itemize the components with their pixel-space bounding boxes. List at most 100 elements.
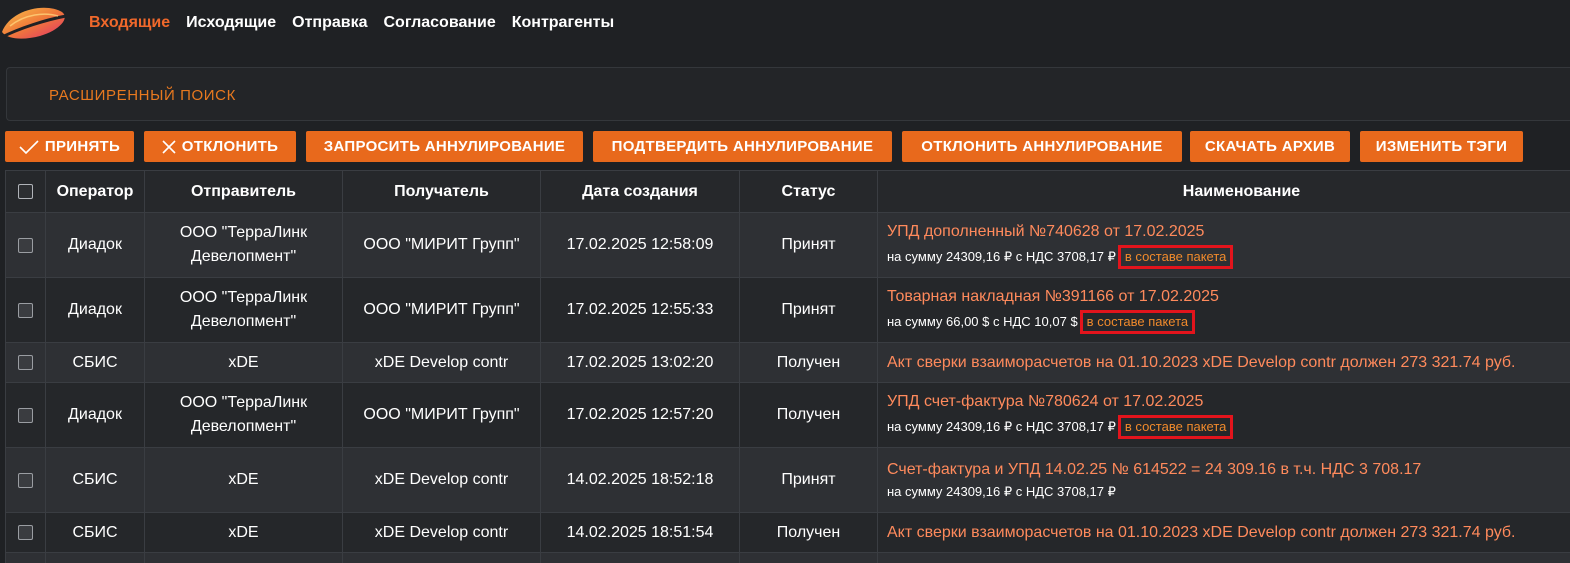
accept-button[interactable]: ПРИНЯТЬ: [5, 131, 134, 162]
table-row[interactable]: СБИС xDE xDE Develop contr 17.02.2025 13…: [5, 342, 1570, 383]
recipient-cell: ООО "МИРИТ Групп": [342, 382, 541, 448]
nav-counterparties[interactable]: Контрагенты: [512, 14, 614, 32]
row-checkbox[interactable]: [18, 525, 33, 540]
row-checkbox[interactable]: [18, 472, 33, 488]
sender-line: Девелопмент": [190, 248, 297, 265]
operator-cell: СБИС: [45, 512, 145, 553]
main-nav: Входящие Исходящие Отправка Согласование…: [89, 14, 630, 32]
created-cell: 17.02.2025 12:55:33: [540, 277, 740, 343]
select-all-checkbox[interactable]: [18, 184, 33, 199]
advanced-search-label[interactable]: РАСШИРЕННЫЙ ПОИСК: [49, 87, 236, 104]
nav-outbox[interactable]: Исходящие: [186, 14, 276, 32]
download-archive-label: СКАЧАТЬ АРХИВ: [1204, 138, 1336, 155]
check-icon: [19, 139, 39, 154]
document-title-link[interactable]: Товарная накладная №391166 от 17.02.2025: [887, 287, 1570, 307]
nav-send[interactable]: Отправка: [292, 14, 367, 32]
status-cell: Принят: [739, 447, 878, 513]
status-cell: Получен: [739, 382, 878, 448]
download-archive-button[interactable]: СКАЧАТЬ АРХИВ: [1190, 131, 1350, 162]
top-bar: Входящие Исходящие Отправка Согласование…: [0, 0, 1570, 52]
document-title-link[interactable]: Акт сверки взаиморасчетов на 01.10.2023 …: [887, 353, 1570, 373]
sender-cell: ООО "ТерраЛинк Девелопмент": [144, 277, 343, 343]
recipient-cell: ООО "МИРИТ Групп": [342, 277, 541, 343]
created-cell: 14.02.2025 18:52:18: [540, 447, 740, 513]
amount-text: на сумму 24309,16 ₽ с НДС 3708,17 ₽: [887, 418, 1116, 434]
row-select-cell: [5, 382, 46, 448]
recipient-cell: xDE Develop contr: [342, 512, 541, 553]
table-row[interactable]: Диадок ООО "ТерраЛинк Девелопмент" ООО "…: [5, 212, 1570, 278]
request-cancellation-button[interactable]: ЗАПРОСИТЬ АННУЛИРОВАНИЕ: [306, 131, 583, 162]
reject-cancellation-label: ОТКЛОНИТЬ АННУЛИРОВАНИЕ: [921, 138, 1163, 155]
row-select-cell: [5, 342, 46, 383]
operator-cell: Диадок: [45, 382, 145, 448]
operator-cell: СБИС: [45, 447, 145, 513]
row-select-cell: [5, 512, 46, 553]
row-checkbox[interactable]: [18, 237, 33, 253]
sender-cell: ООО "ТерраЛинк Девелопмент": [144, 212, 343, 278]
document-title-link[interactable]: Акт сверки взаиморасчетов на 01.10.2023 …: [887, 523, 1570, 543]
created-cell: 14.02.2025 18:51:54: [540, 512, 740, 553]
table-header-row: Оператор Отправитель Получатель Дата соз…: [5, 170, 1570, 213]
select-all-cell: [5, 170, 46, 213]
sender-cell: xDE: [144, 342, 343, 383]
amount-text: на сумму 66,00 $ с НДС 10,07 $: [887, 313, 1078, 329]
created-cell: 17.02.2025 12:57:20: [540, 382, 740, 448]
table-row[interactable]: Диадок ООО "ТерраЛинк Девелопмент" ООО "…: [5, 382, 1570, 448]
name-cell: Акт сверки взаиморасчетов на 01.10.2023 …: [877, 342, 1570, 383]
table-row[interactable]: [5, 552, 1570, 563]
status-cell: Получен: [739, 512, 878, 553]
change-tags-button[interactable]: ИЗМЕНИТЬ ТЭГИ: [1360, 131, 1523, 162]
package-badge[interactable]: в составе пакета: [1079, 309, 1196, 334]
row-select-cell: [5, 552, 46, 563]
nav-approval[interactable]: Согласование: [383, 14, 495, 32]
app-logo-icon[interactable]: [0, 2, 70, 46]
package-badge[interactable]: в составе пакета: [1117, 244, 1234, 269]
row-select-cell: [5, 212, 46, 278]
recipient-cell: xDE Develop contr: [342, 447, 541, 513]
documents-table: Оператор Отправитель Получатель Дата соз…: [5, 170, 1570, 563]
document-title-link[interactable]: УПД дополненный №740628 от 17.02.2025: [887, 222, 1570, 242]
sender-line: ООО "ТерраЛинк: [179, 289, 308, 306]
nav-inbox[interactable]: Входящие: [89, 14, 170, 32]
document-title-link[interactable]: УПД счет-фактура №780624 от 17.02.2025: [887, 392, 1570, 412]
name-cell: Акт сверки взаиморасчетов на 01.10.2023 …: [877, 512, 1570, 553]
sender-cell: xDE: [144, 512, 343, 553]
header-sender[interactable]: Отправитель: [144, 170, 343, 213]
name-cell: Счет-фактура и УПД 14.02.25 № 614522 = 2…: [877, 447, 1570, 513]
sender-cell: xDE: [144, 447, 343, 513]
confirm-cancellation-label: ПОДТВЕРДИТЬ АННУЛИРОВАНИЕ: [611, 138, 874, 155]
table-row[interactable]: СБИС xDE xDE Develop contr 14.02.2025 18…: [5, 512, 1570, 553]
confirm-cancellation-button[interactable]: ПОДТВЕРДИТЬ АННУЛИРОВАНИЕ: [593, 131, 892, 162]
close-icon: [162, 139, 176, 154]
row-checkbox[interactable]: [18, 407, 33, 423]
document-amount: на сумму 66,00 $ с НДС 10,07 $ в составе …: [887, 309, 1570, 334]
recipient-cell: ООО "МИРИТ Групп": [342, 212, 541, 278]
table-row[interactable]: Диадок ООО "ТерраЛинк Девелопмент" ООО "…: [5, 277, 1570, 343]
reject-button-label: ОТКЛОНИТЬ: [181, 138, 279, 155]
documents-table-container: Оператор Отправитель Получатель Дата соз…: [5, 170, 1570, 563]
advanced-search-panel[interactable]: РАСШИРЕННЫЙ ПОИСК: [6, 67, 1570, 121]
header-created[interactable]: Дата создания: [540, 170, 740, 213]
request-cancellation-label: ЗАПРОСИТЬ АННУЛИРОВАНИЕ: [323, 138, 566, 155]
header-operator[interactable]: Оператор: [45, 170, 145, 213]
row-checkbox[interactable]: [18, 355, 33, 370]
table-row[interactable]: СБИС xDE xDE Develop contr 14.02.2025 18…: [5, 447, 1570, 513]
header-status[interactable]: Статус: [739, 170, 878, 213]
name-cell: Товарная накладная №391166 от 17.02.2025…: [877, 277, 1570, 343]
row-checkbox[interactable]: [18, 302, 33, 318]
operator-cell: СБИС: [45, 342, 145, 383]
created-cell: 17.02.2025 12:58:09: [540, 212, 740, 278]
document-amount: на сумму 24309,16 ₽ с НДС 3708,17 ₽: [887, 483, 1570, 501]
reject-button[interactable]: ОТКЛОНИТЬ: [144, 131, 296, 162]
status-cell: Получен: [739, 342, 878, 383]
header-name[interactable]: Наименование: [877, 170, 1570, 213]
package-badge[interactable]: в составе пакета: [1117, 414, 1234, 439]
reject-cancellation-button[interactable]: ОТКЛОНИТЬ АННУЛИРОВАНИЕ: [902, 131, 1182, 162]
accept-button-label: ПРИНЯТЬ: [44, 138, 121, 155]
created-cell: 17.02.2025 13:02:20: [540, 342, 740, 383]
document-title-link[interactable]: Счет-фактура и УПД 14.02.25 № 614522 = 2…: [887, 460, 1570, 480]
recipient-cell: xDE Develop contr: [342, 342, 541, 383]
sender-line: ООО "ТерраЛинк: [179, 224, 308, 241]
header-recipient[interactable]: Получатель: [342, 170, 541, 213]
status-cell: Принят: [739, 277, 878, 343]
